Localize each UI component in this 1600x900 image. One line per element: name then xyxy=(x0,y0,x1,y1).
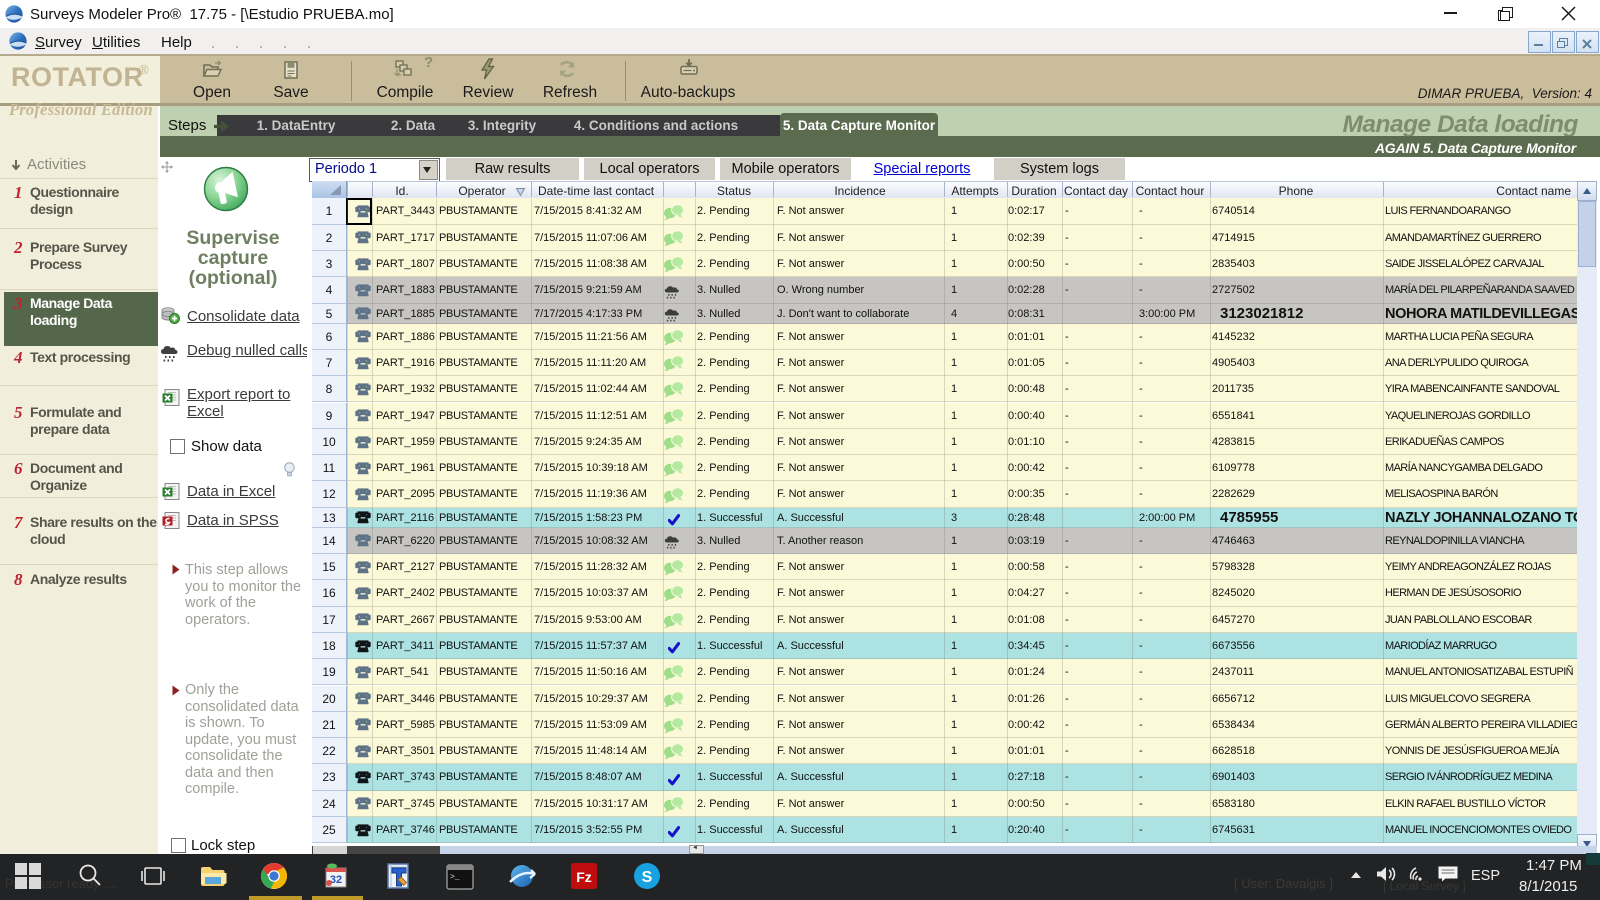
svg-text:>_: >_ xyxy=(450,873,460,882)
svg-text:S: S xyxy=(642,869,653,886)
svg-text:Fz: Fz xyxy=(576,869,592,885)
